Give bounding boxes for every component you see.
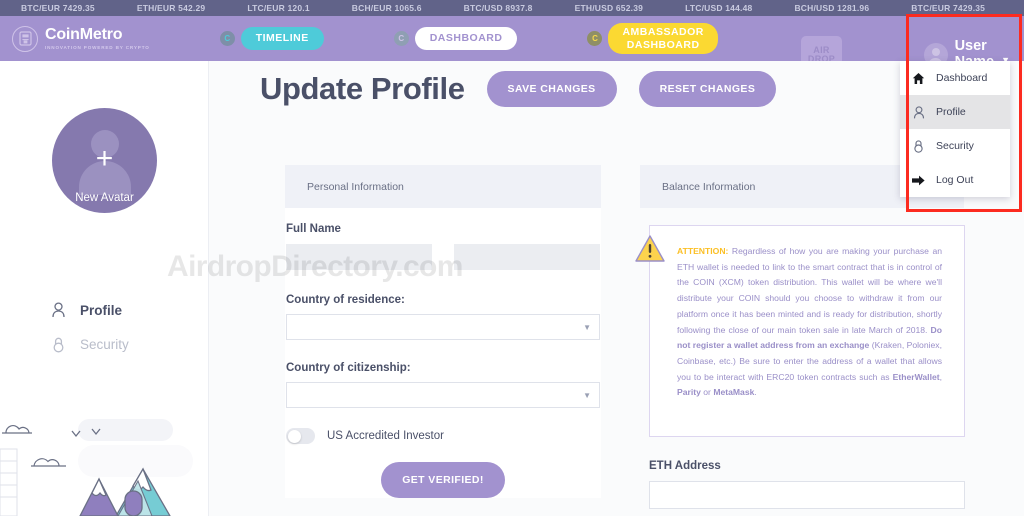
ticker-item: LTC/USD 144.48	[685, 3, 753, 13]
sidebar-nav: Profile Security	[50, 293, 200, 361]
new-avatar-button[interactable]: + New Avatar	[52, 108, 157, 213]
ticker-item: LTC/EUR 120.1	[247, 3, 310, 13]
dropdown-item-log-out[interactable]: Log Out	[900, 163, 1010, 197]
lock-icon	[50, 336, 66, 353]
personal-information-card: Personal Information Full Name Country o…	[285, 165, 601, 498]
sidebar-item-profile[interactable]: Profile	[50, 293, 200, 327]
ticker-item: BTC/EUR 7429.35	[911, 3, 986, 13]
dropdown-item-dashboard[interactable]: Dashboard	[900, 61, 1010, 95]
attention-keyword: ATTENTION:	[677, 246, 729, 256]
lock-icon	[912, 139, 925, 153]
wallet-metamask: MetaMask	[713, 387, 755, 398]
ticker-item: BTC/USD 8937.8	[463, 3, 533, 13]
first-name-input[interactable]	[286, 244, 432, 270]
circle-c-icon: C	[587, 31, 603, 46]
sidebar-profile-label: Profile	[80, 302, 123, 318]
us-accredited-investor-toggle[interactable]	[286, 428, 315, 444]
reset-changes-button[interactable]: RESET CHANGES	[638, 71, 777, 107]
attention-text: ATTENTION: Regardless of how you are mak…	[677, 244, 942, 401]
ticker-item: ETH/EUR 542.29	[136, 3, 206, 13]
wallet-sep-1: ,	[939, 371, 942, 382]
user-dropdown-menu: Dashboard Profile Security Log Out	[900, 61, 1010, 197]
page-title: Update Profile	[260, 71, 465, 106]
page-header: Update Profile SAVE CHANGES RESET CHANGE…	[260, 71, 777, 107]
dropdown-item-profile[interactable]: Profile	[900, 95, 1010, 129]
left-sidebar: + New Avatar Profile Security	[0, 61, 209, 516]
dropdown-item-label: Profile	[936, 106, 966, 118]
country-citizenship-label: Country of citizenship:	[286, 362, 411, 374]
brand-logo[interactable]: CoinMetro INNOVATION POWERED BY CRYPTO	[12, 25, 150, 52]
eth-address-input[interactable]	[649, 481, 965, 509]
attention-end: .	[754, 387, 757, 398]
brand-tagline: INNOVATION POWERED BY CRYPTO	[45, 44, 150, 50]
home-icon	[912, 71, 925, 85]
attention-notice: ATTENTION: Regardless of how you are mak…	[635, 225, 965, 437]
person-icon	[912, 105, 925, 119]
coinmetro-profile-page: BTC/EUR 7429.35 ETH/EUR 542.29 LTC/EUR 120…	[0, 0, 1024, 516]
dropdown-item-label: Dashboard	[936, 72, 988, 84]
full-name-label: Full Name	[286, 223, 341, 235]
save-changes-button[interactable]: SAVE CHANGES	[486, 71, 617, 107]
top-navigation-bar: CoinMetro INNOVATION POWERED BY CRYPTO C…	[0, 16, 1024, 73]
logout-arrow-icon	[912, 173, 925, 187]
price-ticker: BTC/EUR 7429.35 ETH/EUR 542.29 LTC/EUR 120…	[0, 0, 1024, 16]
mountains-clouds-illustration	[0, 411, 208, 516]
ticker-item: ETH/EUR 542.29	[1006, 3, 1024, 13]
nav-timeline-label: TIMELINE	[240, 27, 324, 50]
person-icon	[50, 302, 66, 319]
nav-ambassador-text: AMBASSADOR DASHBOARD	[622, 26, 704, 51]
sidebar-security-label: Security	[80, 336, 129, 352]
get-verified-button[interactable]: GET VERIFIED!	[381, 462, 505, 498]
plus-icon: +	[95, 142, 114, 175]
personal-card-title: Personal Information	[285, 165, 601, 208]
ticker-item: BTC/EUR 7429.35	[21, 3, 95, 13]
ticker-item: BCH/EUR 1065.6	[351, 3, 422, 13]
nav-ambassador-label: AMBASSADOR DASHBOARD	[608, 23, 718, 54]
sidebar-item-security[interactable]: Security	[50, 327, 200, 361]
ticker-item: BCH/USD 1281.96	[794, 3, 870, 13]
last-name-input[interactable]	[454, 244, 600, 270]
us-accredited-investor-label: US Accredited Investor	[327, 430, 444, 442]
nav-item-timeline[interactable]: C TIMELINE	[219, 27, 324, 50]
country-residence-label: Country of residence:	[286, 294, 405, 306]
new-avatar-label: New Avatar	[75, 192, 134, 204]
ticker-item: ETH/USD 652.39	[574, 3, 644, 13]
user-name-line-1: User	[954, 38, 987, 55]
country-residence-select[interactable]	[286, 314, 600, 340]
wallet-etherwallet: EtherWallet	[892, 371, 940, 382]
wallet-sep-2: or	[700, 387, 714, 398]
dropdown-item-security[interactable]: Security	[900, 129, 1010, 163]
warning-triangle-icon	[634, 234, 666, 263]
nav-item-dashboard[interactable]: C DASHBOARD	[393, 27, 518, 50]
country-citizenship-select[interactable]	[286, 382, 600, 408]
attention-body-1: Regardless of how you are making your pu…	[677, 246, 942, 335]
eth-address-label: ETH Address	[649, 460, 721, 472]
circle-c-icon: C	[393, 31, 409, 46]
circle-c-icon: C	[219, 31, 235, 46]
wallet-parity: Parity	[677, 387, 701, 398]
nav-dashboard-label: DASHBOARD	[414, 27, 518, 50]
brand-name: CoinMetro	[45, 25, 123, 43]
dropdown-item-label: Security	[936, 140, 974, 152]
dropdown-item-label: Log Out	[936, 174, 974, 186]
coinmetro-logo-icon	[12, 25, 38, 52]
nav-item-ambassador-dashboard[interactable]: C AMBASSADOR DASHBOARD	[587, 23, 718, 54]
